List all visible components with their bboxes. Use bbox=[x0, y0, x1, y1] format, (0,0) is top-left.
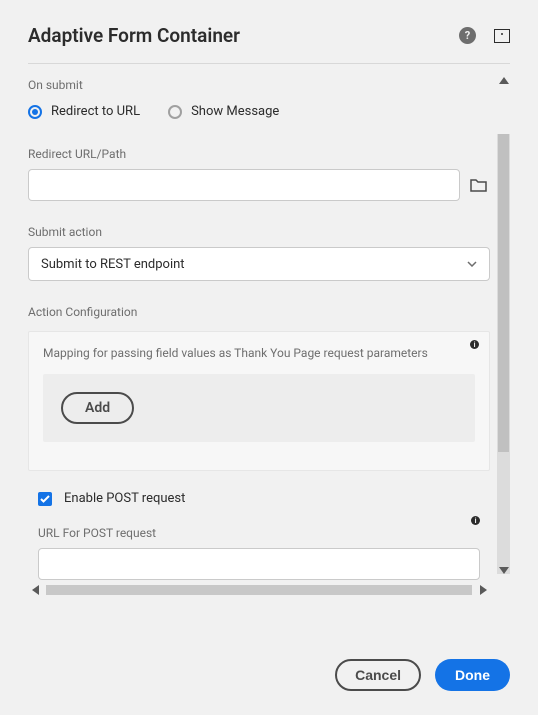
radio-label: Redirect to URL bbox=[51, 104, 140, 119]
browse-folder-button[interactable] bbox=[466, 169, 490, 201]
submit-action-select[interactable]: Submit to REST endpoint bbox=[28, 247, 490, 281]
radio-icon bbox=[168, 105, 182, 119]
header-icons: ? bbox=[459, 27, 510, 44]
action-config-box: i Mapping for passing field values as Th… bbox=[28, 331, 490, 471]
vertical-scrollbar-thumb[interactable] bbox=[498, 134, 509, 452]
mapping-inner-box: Add bbox=[43, 374, 475, 442]
select-value: Submit to REST endpoint bbox=[41, 257, 185, 272]
help-icon[interactable]: ? bbox=[459, 27, 476, 44]
cancel-button[interactable]: Cancel bbox=[335, 659, 421, 691]
chevron-down-icon bbox=[467, 261, 477, 267]
horizontal-scrollbar-track[interactable] bbox=[46, 585, 472, 595]
info-icon[interactable]: i bbox=[470, 340, 479, 349]
scroll-down-button[interactable] bbox=[497, 564, 510, 577]
done-button-label: Done bbox=[455, 667, 490, 683]
horizontal-scrollbar bbox=[28, 583, 490, 597]
post-url-input[interactable] bbox=[38, 548, 480, 580]
info-icon[interactable]: i bbox=[471, 516, 480, 525]
redirect-url-input[interactable] bbox=[28, 169, 460, 201]
redirect-url-row bbox=[28, 169, 490, 201]
post-url-label: URL For POST request bbox=[38, 526, 480, 540]
dialog-footer: Cancel Done bbox=[28, 639, 510, 715]
vertical-scrollbar[interactable] bbox=[497, 134, 510, 574]
enable-post-label: Enable POST request bbox=[64, 491, 185, 506]
scroll-left-button[interactable] bbox=[28, 585, 42, 595]
on-submit-radio-group: Redirect to URL Show Message bbox=[28, 104, 490, 119]
radio-icon bbox=[28, 105, 42, 119]
show-message-radio[interactable]: Show Message bbox=[168, 104, 279, 119]
dialog-title: Adaptive Form Container bbox=[28, 24, 240, 47]
submit-action-select-wrap: Submit to REST endpoint bbox=[28, 247, 490, 281]
adaptive-form-container-dialog: Adaptive Form Container ? On submit Redi… bbox=[0, 0, 538, 715]
scroll-content: On submit Redirect to URL Show Message R… bbox=[28, 64, 510, 639]
fullscreen-icon[interactable] bbox=[494, 29, 510, 43]
redirect-url-label: Redirect URL/Path bbox=[28, 147, 490, 161]
checkbox-icon bbox=[38, 492, 52, 506]
on-submit-heading: On submit bbox=[28, 78, 490, 92]
mapping-text: Mapping for passing field values as Than… bbox=[43, 346, 475, 360]
scroll-right-button[interactable] bbox=[476, 585, 490, 595]
done-button[interactable]: Done bbox=[435, 659, 510, 691]
submit-action-label: Submit action bbox=[28, 225, 490, 239]
cancel-button-label: Cancel bbox=[355, 667, 401, 683]
post-url-block: i URL For POST request bbox=[28, 526, 490, 580]
dialog-body: On submit Redirect to URL Show Message R… bbox=[28, 64, 510, 639]
scroll-up-button[interactable] bbox=[497, 74, 510, 87]
add-button[interactable]: Add bbox=[61, 392, 134, 424]
dialog-header: Adaptive Form Container ? bbox=[28, 24, 510, 64]
action-config-heading: Action Configuration bbox=[28, 305, 490, 319]
add-button-label: Add bbox=[85, 400, 110, 416]
radio-label: Show Message bbox=[191, 104, 279, 119]
enable-post-checkbox-row[interactable]: Enable POST request bbox=[38, 491, 490, 506]
redirect-to-url-radio[interactable]: Redirect to URL bbox=[28, 104, 140, 119]
